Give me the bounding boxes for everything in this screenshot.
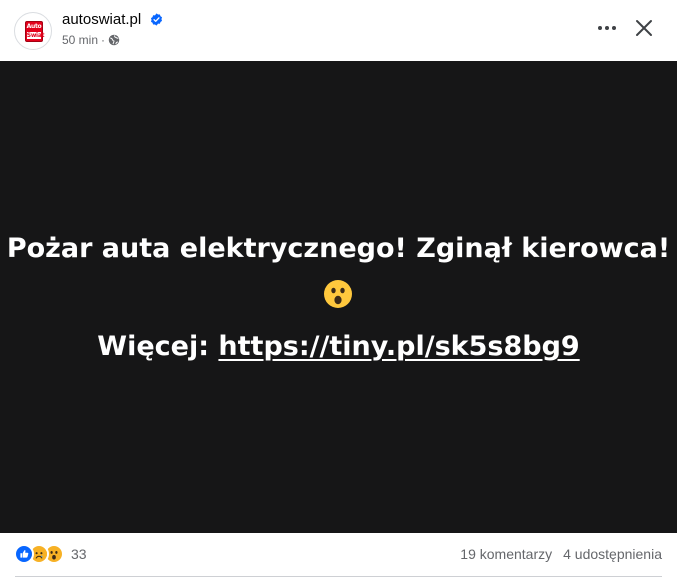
shares-count[interactable]: 4 udostępnienia — [563, 546, 662, 562]
page-name[interactable]: autoswiat.pl — [62, 11, 141, 28]
more-options-button[interactable] — [592, 17, 622, 39]
more-label: Więcej: — [97, 331, 210, 362]
post-stats: 19 komentarzy 4 udostępnienia — [460, 546, 662, 562]
page-avatar[interactable]: Auto Świat — [14, 12, 52, 50]
reactions-summary[interactable]: 33 — [14, 544, 87, 564]
more-horizontal-icon — [598, 26, 616, 30]
globe-icon[interactable] — [108, 34, 120, 46]
logo-line-1: Auto — [26, 23, 42, 30]
logo-line-2: Świat — [26, 32, 45, 39]
astonished-face-emoji — [324, 280, 352, 308]
post-card: Auto Świat autoswiat.pl 50 min · Pożar a… — [0, 0, 677, 577]
close-icon — [636, 20, 652, 36]
media-more-line: Więcej: https://tiny.pl/sk5s8bg9 — [0, 329, 677, 365]
post-footer: 33 19 komentarzy 4 udostępnienia — [0, 533, 677, 577]
meta-separator: · — [101, 33, 106, 47]
reaction-count: 33 — [71, 546, 87, 562]
article-link[interactable]: https://tiny.pl/sk5s8bg9 — [218, 331, 579, 362]
media-headline: Pożar auta elektrycznego! Zginął kierowc… — [6, 233, 671, 264]
comments-count[interactable]: 19 komentarzy — [460, 546, 552, 562]
close-button[interactable] — [632, 16, 656, 40]
post-meta: 50 min · — [62, 33, 120, 47]
post-time[interactable]: 50 min — [62, 33, 98, 47]
autoswiat-logo: Auto Świat — [25, 21, 45, 42]
post-header: Auto Świat autoswiat.pl 50 min · — [0, 0, 677, 61]
verified-badge-icon — [150, 13, 163, 26]
like-reaction-icon — [14, 544, 34, 564]
post-media[interactable]: Pożar auta elektrycznego! Zginął kierowc… — [0, 61, 677, 533]
